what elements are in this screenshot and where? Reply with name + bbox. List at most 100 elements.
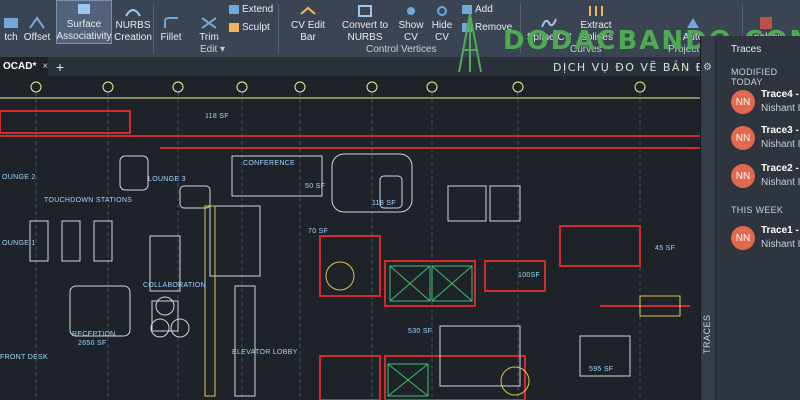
- nurbs-creation-label: NURBS Creation: [114, 20, 152, 43]
- avatar: NN: [731, 226, 755, 250]
- offset-label: Offset: [23, 32, 51, 43]
- show-cv-icon: [407, 7, 415, 15]
- traces-side-tab[interactable]: TRACES: [701, 36, 716, 400]
- show-cv-label: Show CV: [398, 20, 424, 43]
- control-vertices-panel-title: Control Vertices: [366, 44, 437, 55]
- room-label: RECEPTION: [72, 331, 116, 338]
- trace-item[interactable]: NN Trace3 - / Nishant I: [715, 124, 800, 160]
- room-label: ELEVATOR LOBBY: [232, 349, 298, 356]
- traces-title: Traces: [731, 44, 762, 55]
- trim-button[interactable]: Trim: [194, 0, 224, 44]
- room-label: FRONT DESK: [0, 354, 48, 361]
- room-label: 100SF: [518, 272, 541, 279]
- extract-isolines-label: Extract Isolines: [579, 20, 613, 43]
- edit-panel-title[interactable]: Edit ▾: [200, 44, 225, 55]
- room-label: 2650 SF: [78, 340, 107, 347]
- trace-name: Trace1 - I: [761, 225, 800, 236]
- avatar: NN: [731, 126, 755, 150]
- cv-edit-bar-label: CV Edit Bar: [291, 20, 325, 43]
- room-label: 118 SF: [372, 200, 396, 207]
- offset-button[interactable]: Offset: [22, 0, 52, 44]
- spline-cv-button[interactable]: Spline CV: [524, 0, 574, 44]
- trim-icon: [201, 17, 217, 29]
- trace-name: Trace3 - /: [761, 125, 800, 136]
- ribbon-separator: [520, 4, 521, 54]
- hide-cv-label: Hide CV: [431, 20, 453, 43]
- room-label: 595 SF: [589, 366, 614, 373]
- show-cv-button[interactable]: Show CV: [396, 0, 426, 44]
- trace-item[interactable]: NN Trace4 - ( Nishant I: [715, 88, 800, 124]
- room-label: OUNGE 2: [2, 174, 36, 181]
- drawing-canvas[interactable]: 118 SF OUNGE 2 LOUNGE 3 CONFERENCE 50 SF…: [0, 76, 700, 400]
- room-label: TOUCHDOWN STATIONS: [44, 197, 133, 204]
- extend-icon: [229, 5, 239, 14]
- close-tab-icon[interactable]: ×: [42, 61, 48, 72]
- trace-name: Trace2 - I: [761, 163, 800, 174]
- offset-icon: [29, 16, 45, 29]
- document-tab[interactable]: OCAD* ×: [0, 57, 48, 76]
- room-label: 118 SF: [205, 113, 229, 120]
- analysis-icon: [760, 17, 772, 29]
- patch-icon: [4, 18, 18, 28]
- trace-user: Nishant I: [761, 177, 800, 188]
- surface-associativity-button[interactable]: Surface Associativity: [56, 0, 112, 44]
- fillet-label: Fillet: [160, 32, 182, 43]
- hide-cv-button[interactable]: Hide CV: [428, 0, 456, 44]
- trace-item[interactable]: NN Trace1 - I Nishant I: [715, 224, 800, 260]
- extend-label: Extend: [242, 4, 274, 15]
- avatar: NN: [731, 90, 755, 114]
- ribbon-separator: [153, 4, 154, 54]
- fillet-button[interactable]: Fillet: [156, 0, 186, 44]
- project-panel-title: Project: [668, 44, 700, 55]
- settings-gear-icon[interactable]: ⚙: [703, 62, 713, 73]
- ribbon-toolbar: tch Offset Surface Associativity NURBS C…: [0, 0, 800, 58]
- extract-isolines-icon: [589, 6, 603, 16]
- room-label: 50 SF: [305, 183, 326, 190]
- new-tab-button[interactable]: +: [52, 57, 68, 76]
- traces-panel: TRACES ⚙ Traces MODIFIED TODAY NN Trace4…: [700, 36, 800, 400]
- cv-edit-bar-button[interactable]: CV Edit Bar: [282, 0, 334, 44]
- document-tab-bar: OCAD* × +: [0, 57, 700, 77]
- remove-button[interactable]: Remove: [462, 22, 512, 33]
- patch-label: tch: [4, 32, 18, 43]
- sculpt-icon: [229, 23, 239, 32]
- room-label: LOUNGE 3: [148, 176, 186, 183]
- patch-button[interactable]: tch: [0, 0, 22, 44]
- sculpt-label: Sculpt: [242, 22, 270, 33]
- document-tab-label: OCAD*: [3, 61, 37, 72]
- trace-user: Nishant I: [761, 239, 800, 250]
- traces-tab-label: TRACES: [702, 314, 712, 354]
- floor-plan-drawing: [0, 81, 700, 400]
- trace-user: Nishant I: [761, 139, 800, 150]
- extend-button[interactable]: Extend: [229, 4, 273, 15]
- cv-edit-bar-icon: [300, 6, 316, 15]
- nurbs-creation-button[interactable]: NURBS Creation: [114, 0, 152, 44]
- trace-user: Nishant I: [761, 103, 800, 114]
- spline-cv-icon: [541, 18, 557, 28]
- section-modified-today: MODIFIED TODAY: [731, 67, 778, 87]
- add-icon: [462, 5, 472, 14]
- section-this-week: THIS WEEK: [731, 205, 784, 215]
- hide-cv-icon: [437, 6, 447, 16]
- spline-cv-label: Spline CV: [526, 32, 572, 43]
- trace-item[interactable]: NN Trace2 - I Nishant I: [715, 162, 800, 198]
- remove-icon: [462, 23, 472, 32]
- room-label: 45 SF: [655, 245, 676, 252]
- sculpt-button[interactable]: Sculpt: [229, 22, 270, 33]
- room-label: OUNGE 1: [2, 240, 36, 247]
- convert-to-nurbs-button[interactable]: Convert to NURBS: [338, 0, 392, 44]
- room-label: 530 SF: [408, 328, 433, 335]
- trim-label: Trim: [199, 32, 219, 43]
- curves-panel-title: Curves: [570, 44, 602, 55]
- surface-associativity-icon: [78, 4, 90, 14]
- add-label: Add: [475, 4, 493, 15]
- remove-label: Remove: [475, 22, 513, 33]
- convert-to-nurbs-icon: [358, 5, 372, 17]
- fillet-icon: [164, 17, 178, 28]
- ribbon-separator: [278, 4, 279, 54]
- room-label: CONFERENCE: [243, 160, 296, 167]
- add-button[interactable]: Add: [462, 4, 493, 15]
- avatar: NN: [731, 164, 755, 188]
- extract-isolines-button[interactable]: Extract Isolines: [576, 0, 616, 44]
- room-label: COLLABORATION: [143, 282, 206, 289]
